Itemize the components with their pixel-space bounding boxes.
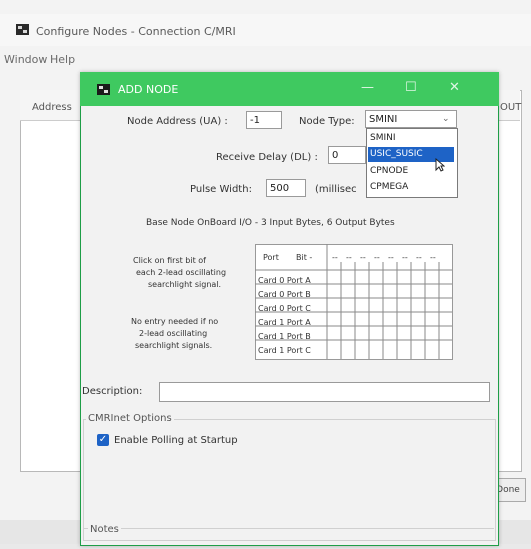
column-out[interactable]: OUT [500,102,521,113]
enable-polling-label[interactable]: Enable Polling at Startup [114,435,238,446]
pulse-width-unit: (millisec [315,184,357,195]
description-label: Description: [82,386,143,397]
menu-help[interactable]: Help [50,53,75,66]
pulse-width-label: Pulse Width: [190,184,252,195]
node-address-input[interactable]: -1 [246,111,282,129]
pulse-width-input[interactable]: 500 [266,179,306,197]
node-type-label: Node Type: [299,116,355,127]
close-icon[interactable]: ✕ [449,80,460,95]
node-type-option-cpmega[interactable]: CPMEGA [368,180,454,195]
receive-delay-input[interactable]: 0 [328,146,366,164]
help-text-line: searchlight signal. [148,280,222,289]
onboard-io-info: Base Node OnBoard I/O - 3 Input Bytes, 6… [146,218,395,228]
mouse-cursor-icon [435,158,445,172]
node-type-option-smini[interactable]: SMINI [368,131,454,146]
maximize-icon[interactable]: ☐ [405,80,417,95]
help-text-line: No entry needed if no [131,317,219,326]
notes-group [83,528,494,549]
node-address-label: Node Address (UA) : [127,116,228,127]
app-icon [97,84,110,95]
dropdown-chevron-icon[interactable]: ⌄ [442,114,450,124]
app-icon [16,24,29,35]
cmrinet-options-label: CMRInet Options [86,413,174,424]
help-text-line: searchlight signals. [135,341,213,350]
checkmark-icon: ✓ [98,434,108,445]
receive-delay-label: Receive Delay (DL) : [216,152,318,163]
minimize-icon[interactable]: — [361,80,374,95]
help-text-line: Click on first bit of [133,256,206,265]
grid-lines[interactable] [255,244,452,359]
menu-window[interactable]: Window [4,53,47,66]
enable-polling-checkbox[interactable]: ✓ [97,434,109,446]
help-text-line: 2-lead oscillating [139,329,208,338]
help-text-line: each 2-lead oscillating [136,268,227,277]
column-address[interactable]: Address [32,102,72,113]
dialog-title: ADD NODE [118,83,179,96]
node-type-selected: SMINI [369,114,398,125]
notes-label: Notes [88,524,121,535]
background-window-title: Configure Nodes - Connection C/MRI [36,25,236,38]
description-input[interactable] [159,382,490,402]
